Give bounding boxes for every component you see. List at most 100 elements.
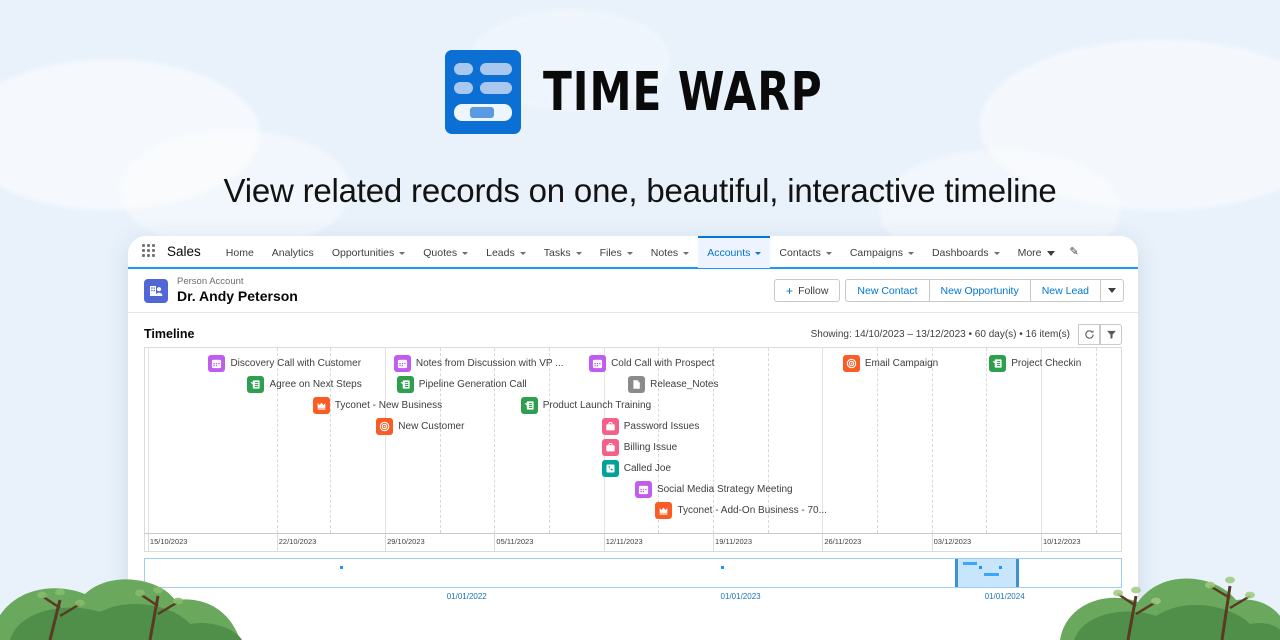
- chevron-down-icon: [1108, 288, 1116, 293]
- timeline-item[interactable]: Called Joe: [601, 460, 671, 477]
- timeline-item[interactable]: Agree on Next Steps: [247, 376, 362, 393]
- timeline-item[interactable]: New Customer: [376, 418, 464, 435]
- chevron-down-icon: [399, 251, 406, 255]
- timeline-chart[interactable]: Discovery Call with Customer Notes from D…: [144, 347, 1122, 533]
- timeline-gridline: [1040, 348, 1042, 533]
- case-icon: [601, 418, 619, 435]
- case-icon: [601, 439, 619, 456]
- timeline-item[interactable]: Tyconet - New Business: [312, 397, 442, 414]
- hero-tagline: View related records on one, beautiful, …: [223, 172, 1057, 209]
- timeline-item[interactable]: Password Issues: [601, 418, 700, 435]
- record-type-label: Person Account: [177, 275, 244, 287]
- call-icon: [601, 460, 619, 477]
- timeline-item[interactable]: Pipeline Generation Call: [396, 376, 527, 393]
- nav-item-label: Analytics: [271, 247, 314, 259]
- timeline-item-label: Tyconet - Add-On Business - 70...: [677, 505, 827, 516]
- nav-item-label: More: [1017, 247, 1042, 259]
- chevron-down-icon: [575, 251, 582, 255]
- timeline-gridline: [147, 348, 149, 533]
- axis-tickmark: [494, 534, 496, 551]
- nav-item-files[interactable]: Files: [591, 236, 642, 268]
- chevron-down-icon: [907, 251, 914, 255]
- axis-tickmark: [276, 534, 278, 551]
- timeline-header: Timeline Showing: 14/10/2023 – 13/12/202…: [144, 321, 1122, 347]
- timeline-gridline: [1095, 348, 1097, 533]
- timeline-date-axis: 15/10/2023 22/10/2023 29/10/2023 05/11/2023…: [144, 533, 1122, 552]
- nav-item-label: Files: [599, 247, 622, 259]
- timeline-title: Timeline: [144, 327, 195, 341]
- nav-item-contacts[interactable]: Contacts: [770, 236, 840, 268]
- nav-item-analytics[interactable]: Analytics: [263, 236, 323, 268]
- pencil-icon[interactable]: ✎: [1070, 245, 1079, 258]
- scrubber-selection-window[interactable]: [955, 559, 1020, 587]
- nav-item-accounts[interactable]: Accounts: [698, 236, 771, 268]
- brand-wordmark: TIME WARP: [543, 60, 823, 124]
- timeline-item-label: Password Issues: [623, 421, 700, 432]
- record-actions-overflow-button[interactable]: [1100, 279, 1124, 302]
- scrubber-data-dot: [974, 562, 978, 565]
- nav-item-label: Opportunities: [331, 247, 395, 259]
- task-icon: [520, 397, 538, 414]
- nav-item-campaigns[interactable]: Campaigns: [841, 236, 923, 268]
- timeline-item[interactable]: Cold Call with Prospect: [589, 355, 714, 372]
- app-name-label: Sales: [167, 244, 201, 259]
- axis-tick-label: 29/10/2023: [387, 537, 425, 546]
- nav-item-dashboards[interactable]: Dashboards: [923, 236, 1009, 268]
- refresh-icon[interactable]: [1078, 323, 1100, 345]
- timeline-status-text: Showing: 14/10/2023 – 13/12/2023 • 60 da…: [810, 328, 1070, 340]
- chevron-down-icon: [1046, 250, 1055, 256]
- event-icon: [208, 355, 226, 372]
- nav-item-home[interactable]: Home: [217, 236, 263, 268]
- foliage-decoration-left: [0, 579, 242, 640]
- timeline-item-label: Notes from Discussion with VP ...: [415, 358, 564, 369]
- nav-item-quotes[interactable]: Quotes: [414, 236, 477, 268]
- task-icon: [396, 376, 414, 393]
- record-header: Person Account Dr. Andy Peterson + Follo…: [128, 269, 1138, 313]
- scrubber-data-dot: [720, 566, 724, 569]
- opportunity-icon: [655, 502, 673, 519]
- timeline-scrubber[interactable]: [144, 558, 1122, 588]
- timeline-panel: Timeline Showing: 14/10/2023 – 13/12/202…: [128, 313, 1138, 552]
- nav-item-label: Quotes: [423, 247, 458, 259]
- nav-item-label: Tasks: [543, 247, 571, 259]
- scrubber-data-dot: [999, 566, 1002, 569]
- timeline-item[interactable]: Social Media Strategy Meeting: [634, 481, 793, 498]
- nav-item-opportunities[interactable]: Opportunities: [323, 236, 414, 268]
- chevron-down-icon: [993, 251, 1000, 255]
- app-launcher-grid-icon[interactable]: [142, 244, 157, 259]
- timeline-item[interactable]: Notes from Discussion with VP ...: [393, 355, 564, 372]
- filter-icon[interactable]: [1100, 323, 1122, 345]
- button-label: New Opportunity: [940, 284, 1019, 297]
- record-action-button-group: New Contact New Opportunity New Lead: [845, 279, 1124, 302]
- timeline-item[interactable]: Product Launch Training: [520, 397, 651, 414]
- new-contact-button[interactable]: New Contact: [845, 279, 929, 302]
- axis-tickmark: [713, 534, 715, 551]
- timeline-item[interactable]: Email Campaign: [842, 355, 938, 372]
- nav-item-tasks[interactable]: Tasks: [535, 236, 591, 268]
- timeline-item[interactable]: Project Checkin: [989, 355, 1081, 372]
- timeline-item[interactable]: Release_Notes: [628, 376, 718, 393]
- new-lead-button[interactable]: New Lead: [1029, 279, 1100, 302]
- timeline-item[interactable]: Tyconet - Add-On Business - 70...: [655, 502, 827, 519]
- timeline-gridline: [549, 348, 551, 533]
- timeline-item[interactable]: Billing Issue: [601, 439, 677, 456]
- nav-item-notes[interactable]: Notes: [642, 236, 698, 268]
- nav-item-label: Campaigns: [849, 247, 903, 259]
- hero-section: TIME WARP View related records on one, b…: [0, 0, 1280, 225]
- nav-item-label: Leads: [486, 247, 515, 259]
- campaign-icon: [842, 355, 860, 372]
- new-opportunity-button[interactable]: New Opportunity: [928, 279, 1030, 302]
- person-account-icon: [144, 278, 168, 303]
- nav-item-leads[interactable]: Leads: [477, 236, 535, 268]
- scrubber-axis: 01/01/2022 01/01/2023 01/01/2024: [144, 588, 1122, 610]
- global-navigation-bar: Sales Home Analytics Opportunities Quotes Le…: [128, 236, 1138, 269]
- nav-item-label: Dashboards: [931, 247, 989, 259]
- nav-item-more[interactable]: More: [1009, 244, 1064, 259]
- scrubber-data-dot: [996, 573, 1000, 576]
- follow-button[interactable]: + Follow: [774, 279, 841, 302]
- scrubber-data-dot: [979, 566, 983, 569]
- timeline-gridline: [931, 348, 933, 533]
- axis-tick-label: 05/11/2023: [496, 537, 534, 546]
- timeline-item[interactable]: Discovery Call with Customer: [208, 355, 361, 372]
- app-window: Sales Home Analytics Opportunities Quotes Le…: [128, 236, 1138, 640]
